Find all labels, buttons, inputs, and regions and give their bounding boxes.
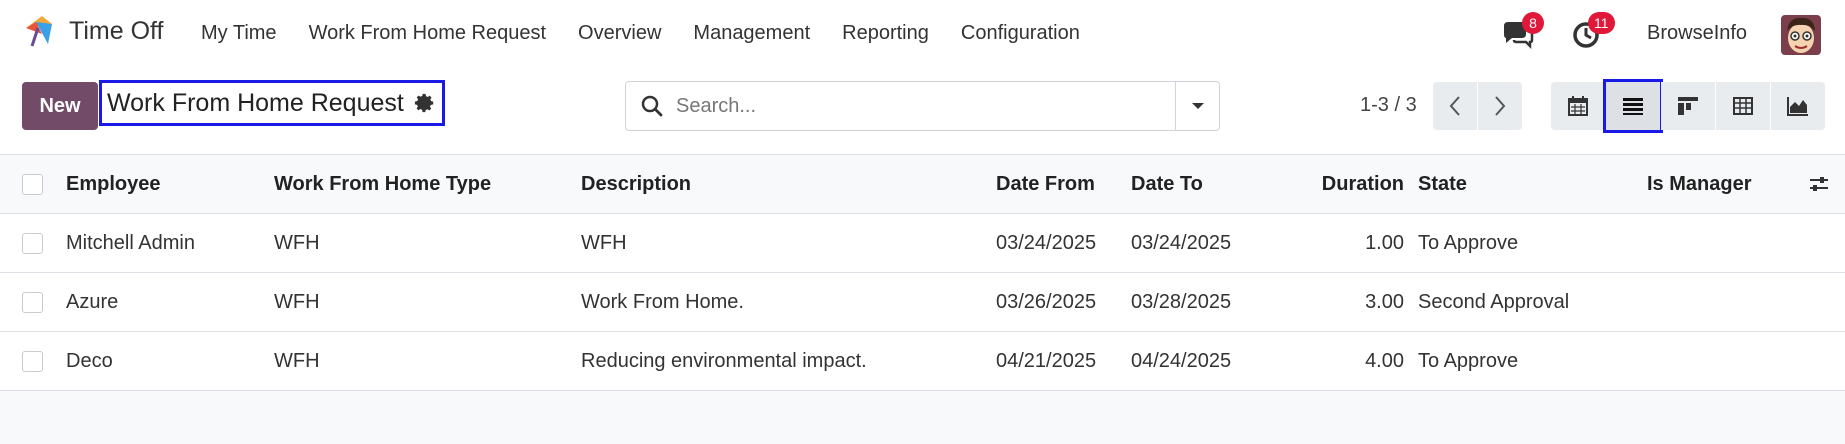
cell-date-to: 03/24/2025: [1131, 231, 1232, 254]
search-bar: [625, 81, 1220, 131]
optional-columns-icon[interactable]: [1808, 174, 1830, 194]
table-icon: [1733, 97, 1753, 115]
caret-down-icon: [1191, 103, 1204, 109]
cell-state: Second Approval: [1418, 290, 1570, 313]
menu-management[interactable]: Management: [693, 22, 810, 45]
row-checkbox[interactable]: [22, 350, 43, 372]
page-title: Work From Home Request: [107, 88, 404, 117]
column-header-type[interactable]: Work From Home Type: [274, 155, 491, 213]
select-all-checkbox[interactable]: [22, 173, 43, 195]
time-off-app-icon[interactable]: [22, 14, 58, 50]
cell-employee: Azure: [66, 290, 119, 313]
search-options-toggle[interactable]: [1175, 82, 1219, 130]
cell-employee: Mitchell Admin: [66, 231, 195, 254]
gear-icon[interactable]: [414, 92, 436, 114]
calendar-icon: [1568, 96, 1588, 116]
chevron-right-icon: [1495, 96, 1506, 116]
cell-date-from: 03/24/2025: [996, 231, 1097, 254]
list-view-button[interactable]: [1603, 79, 1663, 133]
column-header-date-to[interactable]: Date To: [1131, 155, 1203, 213]
user-avatar[interactable]: [1781, 15, 1821, 55]
breadcrumb: Work From Home Request: [99, 80, 445, 126]
cell-state: To Approve: [1418, 231, 1519, 254]
cell-state: To Approve: [1418, 349, 1519, 372]
column-header-duration[interactable]: Duration: [1280, 155, 1404, 213]
cell-type: WFH: [274, 231, 320, 254]
cell-employee: Deco: [66, 349, 113, 372]
column-header-date-from[interactable]: Date From: [996, 155, 1095, 213]
row-checkbox[interactable]: [22, 291, 43, 313]
activities-button[interactable]: 11: [1570, 12, 1615, 52]
kanban-icon: [1678, 97, 1698, 115]
cell-type: WFH: [274, 349, 320, 372]
calendar-view-button[interactable]: [1551, 82, 1605, 130]
menu-work-from-home-request[interactable]: Work From Home Request: [309, 22, 546, 45]
cell-description: Work From Home.: [581, 290, 744, 313]
column-header-state[interactable]: State: [1418, 155, 1467, 213]
kanban-view-button[interactable]: [1661, 82, 1715, 130]
column-header-description[interactable]: Description: [581, 155, 691, 213]
cell-duration: 3.00: [1365, 290, 1404, 313]
pager-value[interactable]: 1-3 / 3: [1360, 94, 1417, 117]
cell-date-from: 04/21/2025: [996, 349, 1097, 372]
row-checkbox[interactable]: [22, 232, 43, 254]
pager-next-button[interactable]: [1478, 82, 1522, 130]
table-header-row: Employee Work From Home Type Description…: [0, 155, 1845, 214]
column-header-employee[interactable]: Employee: [66, 155, 160, 213]
menu-configuration[interactable]: Configuration: [961, 22, 1080, 45]
pager-previous-button[interactable]: [1433, 82, 1477, 130]
top-navbar: Time Off My Time Work From Home Request …: [0, 0, 1845, 70]
cell-duration: 1.00: [1365, 231, 1404, 254]
user-avatar-image: [1781, 15, 1821, 55]
area-chart-icon: [1787, 97, 1808, 116]
messages-button[interactable]: 8: [1500, 12, 1544, 52]
column-header-is-manager[interactable]: Is Manager: [1647, 155, 1751, 213]
table-row[interactable]: Mitchell Admin WFH WFH 03/24/2025 03/24/…: [0, 214, 1845, 273]
table-row[interactable]: Deco WFH Reducing environmental impact. …: [0, 332, 1845, 391]
control-panel: New Work From Home Request 1-3 / 3: [0, 70, 1845, 155]
cell-date-from: 03/26/2025: [996, 290, 1097, 313]
records-list: Employee Work From Home Type Description…: [0, 155, 1845, 391]
app-title[interactable]: Time Off: [69, 17, 163, 46]
view-switcher: [1551, 79, 1825, 133]
search-input[interactable]: [676, 94, 1156, 118]
table-row[interactable]: Azure WFH Work From Home. 03/26/2025 03/…: [0, 273, 1845, 332]
chevron-left-icon: [1449, 96, 1460, 116]
menu-reporting[interactable]: Reporting: [842, 22, 929, 45]
new-button[interactable]: New: [22, 82, 98, 130]
search-icon: [641, 95, 663, 117]
graph-view-button[interactable]: [1771, 82, 1825, 130]
pivot-view-button[interactable]: [1716, 82, 1770, 130]
cell-description: Reducing environmental impact.: [581, 349, 867, 372]
cell-date-to: 03/28/2025: [1131, 290, 1232, 313]
menu-overview[interactable]: Overview: [578, 22, 661, 45]
cell-type: WFH: [274, 290, 320, 313]
main-menu: My Time Work From Home Request Overview …: [201, 22, 1112, 45]
cell-date-to: 04/24/2025: [1131, 349, 1232, 372]
activities-badge: 11: [1588, 12, 1615, 34]
menu-my-time[interactable]: My Time: [201, 22, 277, 45]
messages-badge: 8: [1522, 12, 1544, 34]
list-icon: [1623, 98, 1643, 115]
cell-duration: 4.00: [1365, 349, 1404, 372]
cell-description: WFH: [581, 231, 627, 254]
company-switcher[interactable]: BrowseInfo: [1647, 22, 1747, 45]
